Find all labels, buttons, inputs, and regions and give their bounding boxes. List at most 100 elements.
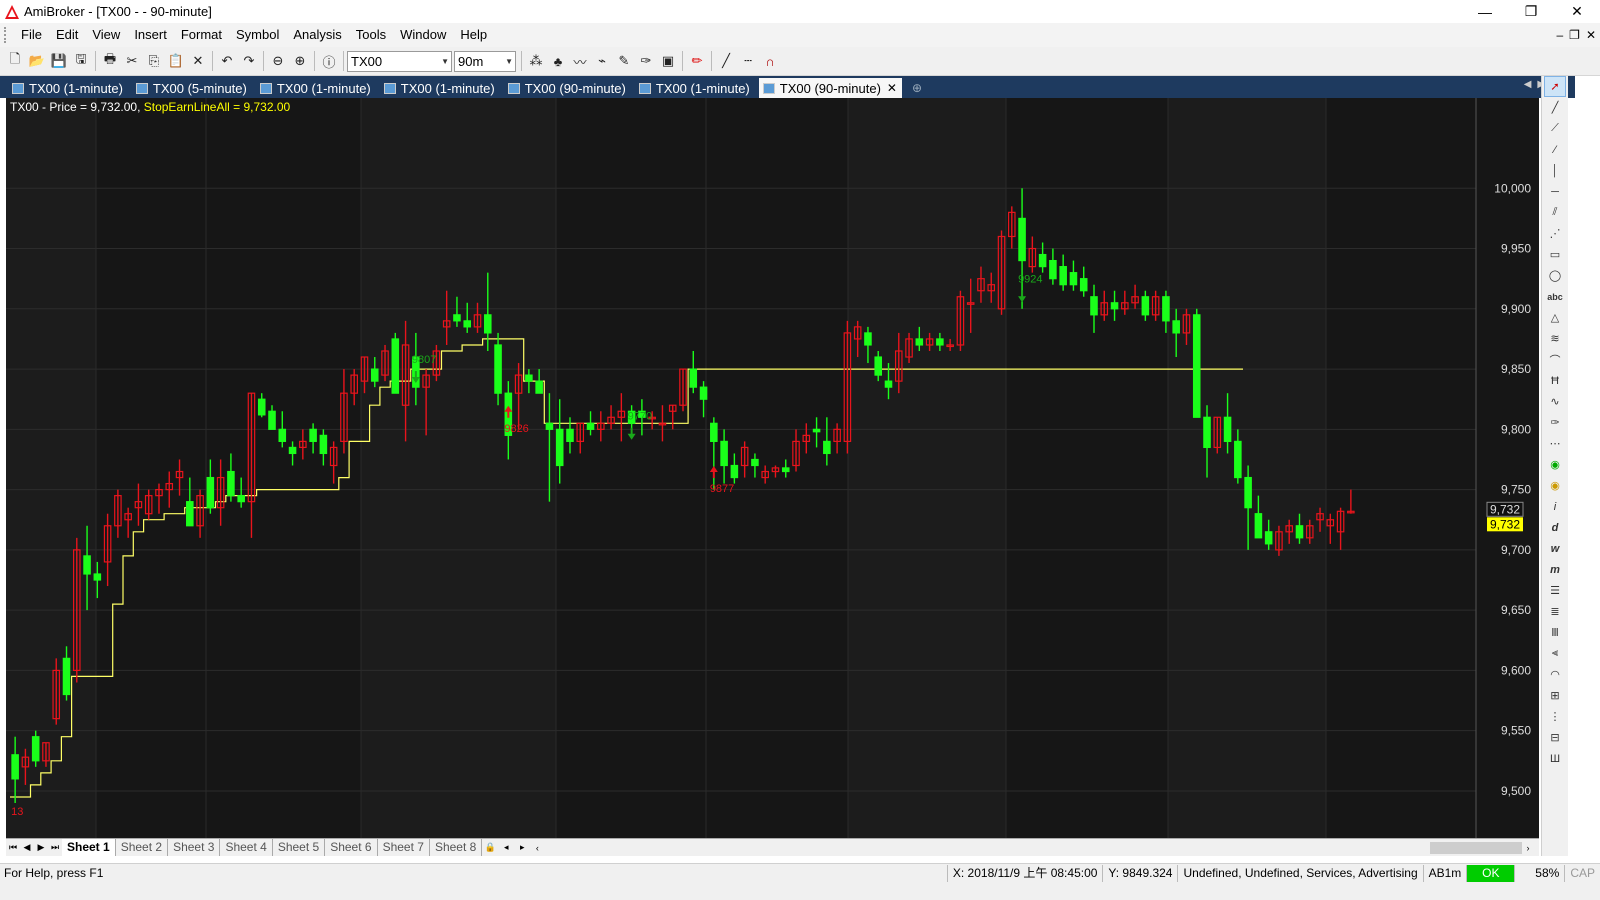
menu-window[interactable]: Window bbox=[393, 23, 453, 47]
doc-tab[interactable]: TX00 (1-minute) bbox=[635, 78, 755, 98]
menu-view[interactable]: View bbox=[85, 23, 127, 47]
gann-grid-icon[interactable]: ⊞ bbox=[1544, 685, 1566, 706]
doc-tab[interactable]: TX00 (1-minute) bbox=[256, 78, 376, 98]
ray-icon[interactable]: ⟋ bbox=[1544, 118, 1566, 139]
menu-edit[interactable]: Edit bbox=[49, 23, 85, 47]
chevron-down-icon[interactable]: ▼ bbox=[441, 57, 449, 66]
doc-tab[interactable]: TX00 (90-minute) bbox=[504, 78, 631, 98]
fib-arcs-icon[interactable]: ◠ bbox=[1544, 664, 1566, 685]
menu-format[interactable]: Format bbox=[174, 23, 229, 47]
ellipse-icon[interactable]: ◯ bbox=[1544, 265, 1566, 286]
mdi-minimize-icon[interactable]: – bbox=[1556, 23, 1563, 47]
fib-timezones-icon[interactable]: Ⅲ bbox=[1544, 622, 1566, 643]
candlestick-chart[interactable]: 10,000 9,950 9,900 9,850 9,800 9,750 9,700 9,65… bbox=[6, 98, 1539, 838]
close-button[interactable]: ✕ bbox=[1554, 0, 1600, 23]
draw-line-icon[interactable]: ╱ bbox=[715, 50, 737, 72]
tab-close-icon[interactable]: ✕ bbox=[887, 81, 897, 95]
new-tab-icon[interactable]: ⊕ bbox=[912, 78, 922, 98]
doc-tab[interactable]: TX00 (1-minute) bbox=[380, 78, 500, 98]
save-all-icon[interactable]: 🖫 bbox=[70, 50, 92, 72]
horizontal-scrollbar-thumb[interactable] bbox=[1430, 842, 1522, 854]
sheet-tab-4[interactable]: Sheet 4 bbox=[220, 839, 273, 856]
cycles-icon[interactable]: Ħ bbox=[1544, 370, 1566, 391]
menu-file[interactable]: File bbox=[14, 23, 49, 47]
sheet-tab-3[interactable]: Sheet 3 bbox=[168, 839, 221, 856]
sheet-tab-5[interactable]: Sheet 5 bbox=[273, 839, 326, 856]
draw-color-icon[interactable]: ✏ bbox=[686, 50, 708, 72]
sheet-tab-2[interactable]: Sheet 2 bbox=[116, 839, 169, 856]
bar-chart-icon[interactable]: ⁂ bbox=[525, 50, 547, 72]
pen-icon[interactable]: ✑ bbox=[1544, 412, 1566, 433]
forward-icon[interactable]: ⊕ bbox=[289, 50, 311, 72]
save-icon[interactable]: 💾 bbox=[48, 50, 70, 72]
print-icon[interactable]: 🖶 bbox=[99, 50, 121, 72]
zigzag-icon[interactable]: ≋ bbox=[1544, 328, 1566, 349]
menu-insert[interactable]: Insert bbox=[127, 23, 174, 47]
m-tool-icon[interactable]: m bbox=[1544, 559, 1566, 580]
magnet-icon[interactable]: ∩ bbox=[759, 50, 781, 72]
paste-icon[interactable]: 📋 bbox=[165, 50, 187, 72]
line-chart-icon[interactable]: 〰 bbox=[569, 50, 591, 72]
trendline-icon[interactable]: ╱ bbox=[1544, 97, 1566, 118]
fib-fan-icon[interactable]: ⫷ bbox=[1544, 643, 1566, 664]
select-pointer-icon[interactable]: ➚ bbox=[1544, 76, 1566, 97]
next-sheet-icon[interactable]: ▶ bbox=[34, 842, 48, 853]
scan-icon[interactable]: ✎ bbox=[613, 50, 635, 72]
buy-marker-icon[interactable]: ◉ bbox=[1544, 454, 1566, 475]
symbol-combo[interactable]: TX00 ▼ bbox=[347, 50, 452, 72]
gann-fan-icon[interactable]: ⋮ bbox=[1544, 706, 1566, 727]
sell-marker-icon[interactable]: ◉ bbox=[1544, 475, 1566, 496]
horizontal-line-icon[interactable]: ─ bbox=[1544, 181, 1566, 202]
triangle-icon[interactable]: △ bbox=[1544, 307, 1566, 328]
mdi-restore-icon[interactable]: ❐ bbox=[1569, 23, 1580, 47]
doc-tab[interactable]: TX00 (5-minute) bbox=[132, 78, 252, 98]
menu-symbol[interactable]: Symbol bbox=[229, 23, 286, 47]
report-icon[interactable]: ▣ bbox=[657, 50, 679, 72]
lock-icon[interactable]: 🔒 bbox=[482, 842, 498, 853]
more-tools-icon[interactable]: ⋯ bbox=[1544, 433, 1566, 454]
i-tool-icon[interactable]: i bbox=[1544, 496, 1566, 517]
open-folder-icon[interactable]: 📂 bbox=[26, 50, 48, 72]
vertical-line-icon[interactable]: │ bbox=[1544, 160, 1566, 181]
menu-grip[interactable] bbox=[4, 27, 8, 43]
first-sheet-icon[interactable]: ⏮ bbox=[6, 842, 20, 853]
menu-analysis[interactable]: Analysis bbox=[286, 23, 348, 47]
indicator-icon[interactable]: ⌁ bbox=[591, 50, 613, 72]
dashed-line-icon[interactable]: ┄ bbox=[737, 50, 759, 72]
new-file-icon[interactable]: 🗋 bbox=[4, 50, 26, 72]
restore-button[interactable]: ❐ bbox=[1508, 0, 1554, 23]
hscroll-left-icon[interactable]: ‹ bbox=[530, 843, 544, 853]
d-tool-icon[interactable]: d bbox=[1544, 517, 1566, 538]
copy-icon[interactable]: ⎘ bbox=[143, 50, 165, 72]
menu-help[interactable]: Help bbox=[453, 23, 494, 47]
chart-pane[interactable]: TX00 - Price = 9,732.00, StopEarnLineAll… bbox=[6, 98, 1539, 838]
sheet-tab-6[interactable]: Sheet 6 bbox=[325, 839, 378, 856]
wave-icon[interactable]: ∿ bbox=[1544, 391, 1566, 412]
last-sheet-icon[interactable]: ⏭ bbox=[48, 842, 62, 853]
redo-icon[interactable]: ↷ bbox=[238, 50, 260, 72]
info-icon[interactable]: ⓘ bbox=[318, 50, 340, 72]
minimize-button[interactable]: — bbox=[1462, 0, 1508, 23]
doc-tab[interactable]: TX00 (1-minute) bbox=[8, 78, 128, 98]
sheet-tab-8[interactable]: Sheet 8 bbox=[430, 839, 483, 856]
undo-icon[interactable]: ↶ bbox=[216, 50, 238, 72]
menu-tools[interactable]: Tools bbox=[349, 23, 393, 47]
chevron-down-icon[interactable]: ▼ bbox=[505, 57, 513, 66]
hscroll-right-icon[interactable]: › bbox=[1521, 843, 1535, 853]
arc-icon[interactable]: ⌒ bbox=[1544, 349, 1566, 370]
gann-square-icon[interactable]: ⊟ bbox=[1544, 727, 1566, 748]
rectangle-icon[interactable]: ▭ bbox=[1544, 244, 1566, 265]
cut-icon[interactable]: ✂ bbox=[121, 50, 143, 72]
interval-combo[interactable]: 90m ▼ bbox=[454, 50, 516, 72]
delete-icon[interactable]: ✕ bbox=[187, 50, 209, 72]
fan-icon[interactable]: ⋰ bbox=[1544, 223, 1566, 244]
formula-icon[interactable]: ✑ bbox=[635, 50, 657, 72]
sheet-tab-7[interactable]: Sheet 7 bbox=[378, 839, 430, 856]
fib-extension-icon[interactable]: ≣ bbox=[1544, 601, 1566, 622]
mdi-close-icon[interactable]: ✕ bbox=[1586, 23, 1596, 47]
back-icon[interactable]: ⊖ bbox=[267, 50, 289, 72]
speed-lines-icon[interactable]: Ш bbox=[1544, 748, 1566, 769]
extended-line-icon[interactable]: ⁄ bbox=[1544, 139, 1566, 160]
candlestick-icon[interactable]: ♣ bbox=[547, 50, 569, 72]
scroll-left-sync-icon[interactable]: ◂ bbox=[498, 842, 514, 853]
